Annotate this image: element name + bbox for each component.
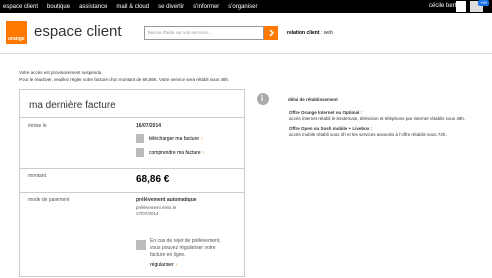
- restoration-title: délai de rétablissement: [288, 97, 338, 102]
- search-input[interactable]: besoin d'aide sur vos services...: [144, 26, 264, 40]
- nav-s-organiser[interactable]: s'organiser: [228, 4, 257, 10]
- understand-invoice-label: comprendre ma facture: [149, 150, 201, 156]
- chevron-right-icon: [269, 29, 275, 37]
- nav-espace-client[interactable]: espace client: [3, 4, 38, 10]
- reject-line-2: vous pouvez régulariser votre: [150, 245, 216, 251]
- offer2-title: Offre Open ou Sosh mobile + Livebox :: [289, 126, 373, 131]
- offer2-text: accès mobile rétabli sous 2h et les serv…: [289, 132, 447, 137]
- search-button[interactable]: [264, 26, 278, 40]
- notice-line-2: Pour le réactiver, veuillez régler votre…: [19, 77, 230, 82]
- understand-invoice-link[interactable]: comprendre ma facture ›: [149, 150, 204, 156]
- search-placeholder: besoin d'aide sur vos services...: [148, 30, 212, 35]
- orange-logo[interactable]: orange: [6, 21, 27, 44]
- nav-boutique[interactable]: boutique: [47, 4, 70, 10]
- payment-method: prélèvement automatique: [136, 197, 197, 203]
- debit-issued-label: prélèvement émis le: [136, 205, 177, 210]
- regularize-label: régulariser: [150, 262, 174, 268]
- issued-label: émise le: [28, 123, 47, 129]
- reject-line-1: En cas de rejet de prélèvement,: [150, 238, 221, 244]
- amount-label: montant: [28, 173, 47, 179]
- top-navigation-bar: espace client boutique assistance mail &…: [0, 0, 492, 13]
- download-invoice-link[interactable]: télécharger ma facture ›: [149, 136, 203, 142]
- row-divider: [20, 168, 244, 169]
- top-nav-links: espace client boutique assistance mail &…: [3, 0, 266, 13]
- nav-se-divertir[interactable]: se divertir: [158, 4, 184, 10]
- nav-assistance[interactable]: assistance: [79, 4, 107, 10]
- issued-date: 16/07/2014: [136, 123, 162, 129]
- nav-mail-cloud[interactable]: mail & cloud: [116, 4, 149, 10]
- page-title: espace client: [34, 23, 122, 40]
- avatar[interactable]: [456, 1, 466, 12]
- invoice-amount: 68,86 €: [136, 174, 170, 185]
- info-circle-icon: i: [257, 93, 269, 105]
- reject-line-3: facture en ligne.: [150, 252, 186, 258]
- row-divider: [20, 117, 244, 118]
- logo-text: orange: [8, 36, 25, 42]
- client-link[interactable]: web: [324, 30, 333, 36]
- debit-date: 27/07/2014: [136, 211, 159, 216]
- invoice-card: ma dernière facture émise le 16/07/2014 …: [19, 89, 245, 277]
- header-divider: [0, 53, 492, 54]
- client-relation[interactable]: relation client : web: [287, 30, 333, 36]
- info-icon: [136, 240, 146, 250]
- info-doc-icon: [136, 148, 144, 157]
- download-invoice-label: télécharger ma facture: [149, 136, 200, 142]
- mail-count-badge: +99: [478, 0, 489, 6]
- invoice-title: ma dernière facture: [29, 100, 116, 111]
- regularize-link[interactable]: régulariser ›: [150, 262, 177, 268]
- notice-line-1: Votre accès est provisoirement suspendu.: [19, 70, 103, 75]
- offer1-title: Offre Orange Internet ou Optimal :: [289, 110, 363, 115]
- client-label: relation client: [287, 30, 320, 36]
- row-divider: [20, 192, 244, 193]
- nav-s-informer[interactable]: s'informer: [193, 4, 219, 10]
- payment-label: mode de paiement: [28, 197, 70, 203]
- document-icon: [136, 134, 144, 143]
- offer1-text: accès internet rétabli le lendemain, tél…: [289, 116, 466, 121]
